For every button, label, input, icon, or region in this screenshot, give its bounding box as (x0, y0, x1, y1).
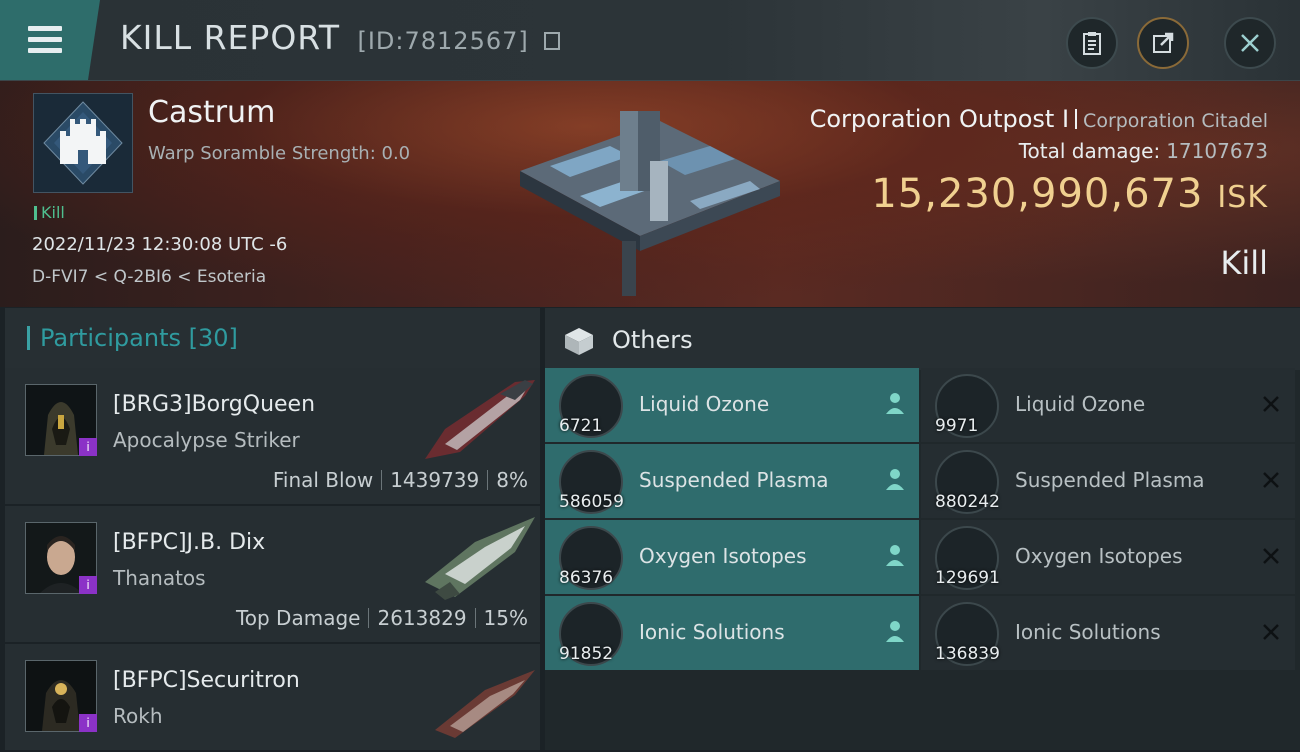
header-bar: KILL REPORT [ID:7812567] (0, 0, 1300, 81)
ship-image (425, 517, 535, 600)
others-panel: Others 6721 Liquid Ozone 9971 Liquid Ozo… (545, 308, 1300, 750)
item-quantity: 86376 (559, 568, 614, 588)
item-name: Suspended Plasma (1015, 468, 1205, 492)
participant-row[interactable]: i [BFPC]Securitron Rokh (5, 644, 540, 752)
share-button[interactable] (1137, 17, 1189, 69)
info-badge: i (79, 438, 97, 456)
destroyed-icon (1263, 624, 1279, 640)
victim-banner: Castrum Warp Soramble Strength: 0.0 Kill… (0, 81, 1300, 307)
item-row[interactable]: 586059 Suspended Plasma (545, 444, 919, 518)
pilot-name: [BFPC]J.B. Dix (113, 530, 266, 555)
copy-id-icon[interactable] (544, 32, 561, 50)
report-id: [ID:7812567] (357, 27, 529, 55)
menu-button[interactable] (0, 0, 100, 80)
item-name: Ionic Solutions (639, 620, 785, 644)
pilot-name: [BFPC]Securitron (113, 668, 300, 693)
info-badge: i (79, 714, 97, 732)
clipboard-icon (1083, 32, 1101, 55)
item-name: Suspended Plasma (639, 468, 829, 492)
pilot-avatar[interactable]: i (25, 660, 97, 732)
page-title: KILL REPORT [ID:7812567] (120, 18, 561, 57)
item-name: Liquid Ozone (639, 392, 770, 416)
ship-image (435, 670, 535, 738)
info-badge: i (79, 576, 97, 594)
item-row[interactable]: 86376 Oxygen Isotopes (545, 520, 919, 594)
item-row[interactable]: 136839 Ionic Solutions (921, 596, 1295, 670)
item-row[interactable]: 9971 Liquid Ozone (921, 368, 1295, 442)
participant-stats: Final Blow 1439739 8% (272, 468, 528, 492)
pilot-avatar[interactable]: i (25, 384, 97, 456)
warp-scramble-strength: Warp Soramble Strength: 0.0 (148, 143, 411, 164)
kill-location: D-FVI7 < Q-2BI6 < Esoteria (32, 267, 267, 287)
item-name: Liquid Ozone (1015, 392, 1146, 416)
ship-name: Rokh (113, 704, 163, 728)
destroyed-icon (1263, 472, 1279, 488)
castle-icon (43, 101, 123, 185)
item-name: Oxygen Isotopes (639, 544, 807, 568)
item-quantity: 136839 (935, 644, 1000, 664)
item-row[interactable]: 129691 Oxygen Isotopes (921, 520, 1295, 594)
item-row[interactable]: 91852 Ionic Solutions (545, 596, 919, 670)
structure-icon[interactable] (33, 93, 133, 193)
total-damage: Total damage: 17107673 (1018, 139, 1268, 163)
cargo-box-icon (565, 328, 593, 355)
participants-header[interactable]: Participants [30] (5, 308, 540, 368)
pilot-avatar[interactable]: i (25, 522, 97, 594)
item-quantity: 9971 (935, 416, 979, 436)
item-quantity: 586059 (559, 492, 624, 512)
participants-panel: Participants [30] i [BRG3]BorgQueen Apoc… (5, 308, 540, 752)
item-name: Ionic Solutions (1015, 620, 1161, 644)
destroyed-icon (1263, 396, 1279, 412)
kill-tag: Kill (34, 203, 65, 222)
item-quantity: 6721 (559, 416, 603, 436)
outcome-label: Kill (1220, 244, 1268, 282)
participant-row[interactable]: i [BFPC]J.B. Dix Thanatos Top Damage 2613… (5, 506, 540, 644)
others-header: Others (545, 308, 1300, 370)
ship-name: Apocalypse Striker (113, 428, 300, 452)
item-quantity: 91852 (559, 644, 614, 664)
participant-row[interactable]: i [BRG3]BorgQueen Apocalypse Striker Fin… (5, 368, 540, 506)
clipboard-button[interactable] (1066, 17, 1118, 69)
item-row[interactable]: 6721 Liquid Ozone (545, 368, 919, 442)
structure-name: Castrum (148, 95, 276, 130)
item-name: Oxygen Isotopes (1015, 544, 1183, 568)
structure-type: Corporation Outpost I Corporation Citadel (809, 105, 1268, 133)
pilot-name: [BRG3]BorgQueen (113, 392, 316, 417)
ship-name: Thanatos (113, 566, 206, 590)
item-quantity: 880242 (935, 492, 1000, 512)
isk-value: 15,230,990,673 ISK (871, 171, 1268, 217)
destroyed-icon (1263, 548, 1279, 564)
ship-image (425, 380, 535, 459)
item-row[interactable]: 880242 Suspended Plasma (921, 444, 1295, 518)
pilot-icon[interactable] (885, 392, 905, 414)
pilot-icon[interactable] (885, 544, 905, 566)
kill-datetime: 2022/11/23 12:30:08 UTC -6 (32, 234, 288, 255)
share-icon (1153, 32, 1174, 53)
item-quantity: 129691 (935, 568, 1000, 588)
participant-stats: Top Damage 2613829 15% (235, 606, 528, 630)
pilot-icon[interactable] (885, 468, 905, 490)
close-button[interactable] (1224, 17, 1276, 69)
structure-render-image (520, 111, 780, 296)
close-icon (1241, 34, 1259, 52)
pilot-icon[interactable] (885, 620, 905, 642)
